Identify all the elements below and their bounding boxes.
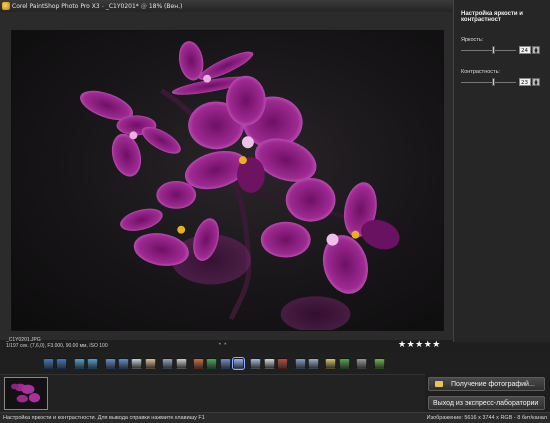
app-icon (2, 2, 10, 10)
photo-fix-icon[interactable] (192, 357, 204, 369)
adjust-panel: Настройка яркости и контрастност Яркость… (453, 0, 550, 342)
brightness-contrast-icon[interactable] (232, 356, 246, 370)
brightness-slider[interactable] (461, 45, 516, 55)
delete-icon[interactable] (356, 357, 368, 369)
clone-icon[interactable] (308, 357, 320, 369)
contrast-row: 23 ▲ ▼ (461, 77, 550, 87)
color-icon[interactable] (206, 357, 218, 369)
status-bar: Настройка яркости и контрастности. Для в… (0, 412, 550, 423)
app-title: Corel PaintShop Photo Pro X3 (12, 2, 100, 10)
retouch-icon[interactable] (294, 357, 306, 369)
image-viewer[interactable] (0, 12, 453, 340)
toolbar (0, 352, 550, 374)
status-help-text: Настройка яркости и контрастности. Для в… (3, 415, 205, 421)
zoom-level: 18% (Вен.) (148, 2, 183, 10)
save-icon[interactable] (43, 357, 54, 369)
actual-size-icon[interactable] (104, 357, 116, 369)
contrast-slider[interactable] (461, 77, 516, 87)
contrast-label: Контрастность: (461, 69, 500, 75)
filmstrip-thumbnail[interactable] (4, 377, 48, 410)
photo-canvas[interactable] (11, 30, 444, 331)
save-as-icon[interactable] (56, 357, 68, 369)
undo-icon[interactable] (73, 357, 85, 369)
brightness-spin-icon[interactable]: ▲ ▼ (532, 46, 540, 54)
paintshop-window: Corel PaintShop Photo Pro X3 - _C1Y0201*… (0, 0, 550, 423)
contrast-thumb[interactable] (492, 78, 496, 86)
file-name: _C1Y0201* (105, 2, 139, 10)
get-photos-button[interactable]: Получение фотографий... (428, 377, 545, 391)
rating-stars[interactable]: ★★★★★ (398, 340, 441, 350)
contrast-value[interactable]: 23 (519, 78, 531, 86)
levels-icon[interactable] (219, 357, 231, 369)
panel-title: Настройка яркости и контрастност (461, 11, 523, 23)
info-details: 1/197 сек. (7,6,0), F3.000, 90.00 мм, IS… (6, 343, 108, 349)
status-image-info: Изображение: 5616 x 3744 x RGB - 8 бит/к… (426, 415, 547, 421)
red-eye-icon[interactable] (277, 357, 289, 369)
zoom-icon[interactable] (131, 357, 143, 369)
brightness-thumb[interactable] (492, 46, 496, 54)
page-dots[interactable]: • • (218, 341, 227, 348)
edit-icon[interactable] (373, 357, 385, 369)
flag-icon[interactable] (338, 357, 350, 369)
filmstrip (0, 374, 425, 412)
title-bar: Corel PaintShop Photo Pro X3 - _C1Y0201*… (0, 0, 453, 12)
fit-icon[interactable] (117, 357, 129, 369)
sharpen-icon[interactable] (250, 357, 262, 369)
crop-icon[interactable] (175, 357, 187, 369)
thumbnail-image (5, 378, 47, 409)
exit-lab-button[interactable]: Выход из экспресс-лаборатории (428, 396, 545, 410)
redo-icon[interactable] (87, 357, 99, 369)
tag-icon[interactable] (325, 357, 337, 369)
orchid-photo (80, 41, 400, 330)
image-info: _C1Y0201.JPG 1/197 сек. (7,6,0), F3.000,… (6, 337, 306, 349)
brightness-value[interactable]: 24 (519, 46, 531, 54)
brightness-row: 24 ▲ ▼ (461, 45, 550, 55)
frame-icon[interactable] (162, 357, 174, 369)
folder-icon (435, 381, 443, 387)
pan-icon[interactable] (144, 357, 156, 369)
contrast-spin-icon[interactable]: ▲ ▼ (532, 78, 540, 86)
text-icon[interactable] (263, 357, 275, 369)
brightness-label: Яркость: (461, 37, 484, 43)
